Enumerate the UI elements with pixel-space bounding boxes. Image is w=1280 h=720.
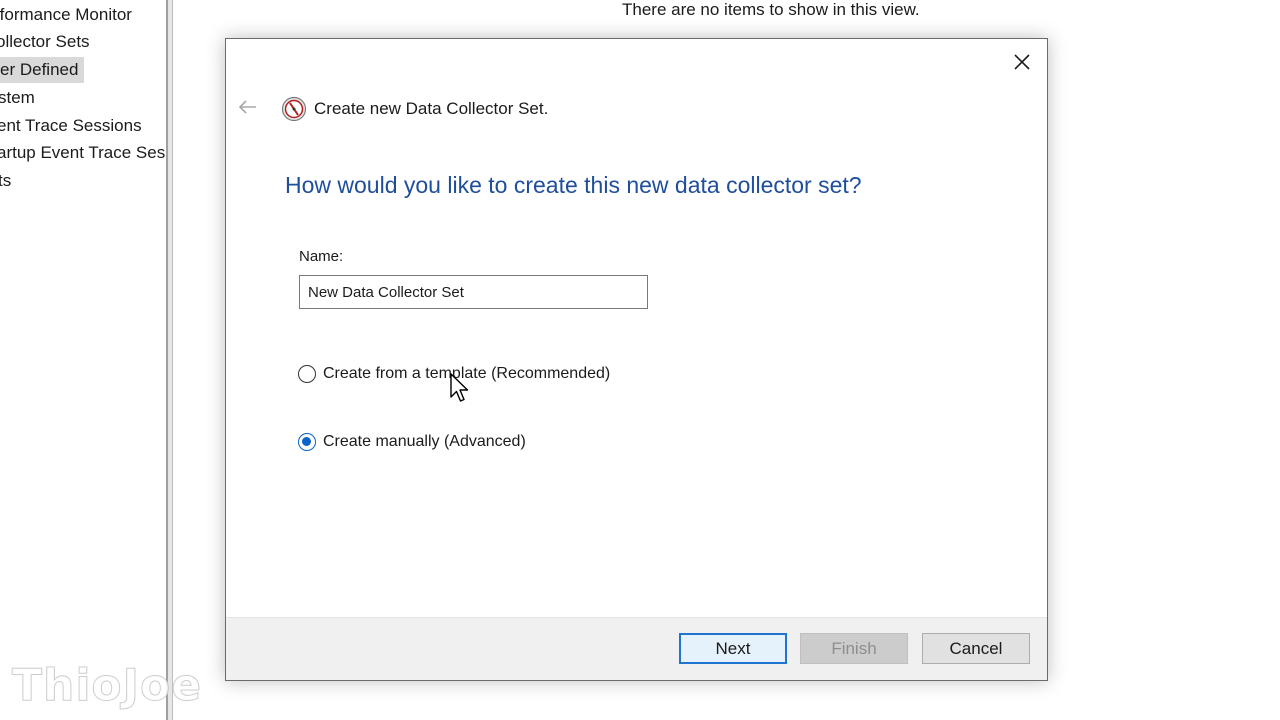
performance-monitor-icon bbox=[281, 96, 307, 122]
option-from-template-label: Create from a template (Recommended) bbox=[323, 365, 611, 382]
close-button[interactable] bbox=[1009, 49, 1035, 75]
dialog-footer: Next Finish Cancel bbox=[226, 617, 1047, 680]
finish-button: Finish bbox=[800, 633, 908, 664]
tree-item-startup-event-trace-sessions[interactable]: artup Event Trace Ses bbox=[0, 140, 165, 166]
tree-item-event-trace-sessions[interactable]: ent Trace Sessions bbox=[0, 113, 142, 139]
wizard-question-heading: How would you like to create this new da… bbox=[285, 172, 862, 198]
tree-item-system[interactable]: stem bbox=[0, 85, 35, 111]
radio-manual[interactable] bbox=[298, 433, 316, 451]
tree-item-user-defined[interactable]: er Defined bbox=[0, 57, 85, 83]
tree-item-performance-monitor[interactable]: rformance Monitor bbox=[0, 2, 132, 28]
back-arrow-icon bbox=[238, 100, 256, 114]
option-manual-label: Create manually (Advanced) bbox=[323, 433, 526, 450]
next-button[interactable]: Next bbox=[679, 633, 787, 664]
back-button[interactable] bbox=[236, 96, 258, 118]
tree-item-data-collector-sets[interactable]: ollector Sets bbox=[0, 29, 90, 55]
navigation-tree: rformance Monitor ollector Sets er Defin… bbox=[0, 0, 166, 720]
tree-item-reports[interactable]: ts bbox=[0, 168, 11, 194]
cancel-button[interactable]: Cancel bbox=[922, 633, 1030, 664]
close-icon bbox=[1014, 54, 1030, 70]
name-label: Name: bbox=[299, 248, 344, 265]
pane-splitter-edge bbox=[172, 0, 173, 720]
empty-view-message: There are no items to show in this view. bbox=[622, 0, 920, 19]
watermark: ThioJoe bbox=[11, 660, 203, 712]
option-manual[interactable]: Create manually (Advanced) bbox=[298, 433, 526, 451]
name-input[interactable] bbox=[299, 275, 648, 309]
create-data-collector-set-dialog: Create new Data Collector Set. How would… bbox=[225, 38, 1048, 681]
option-from-template[interactable]: Create from a template (Recommended) bbox=[298, 365, 610, 383]
wizard-title: Create new Data Collector Set. bbox=[314, 99, 549, 118]
radio-from-template[interactable] bbox=[298, 365, 316, 383]
